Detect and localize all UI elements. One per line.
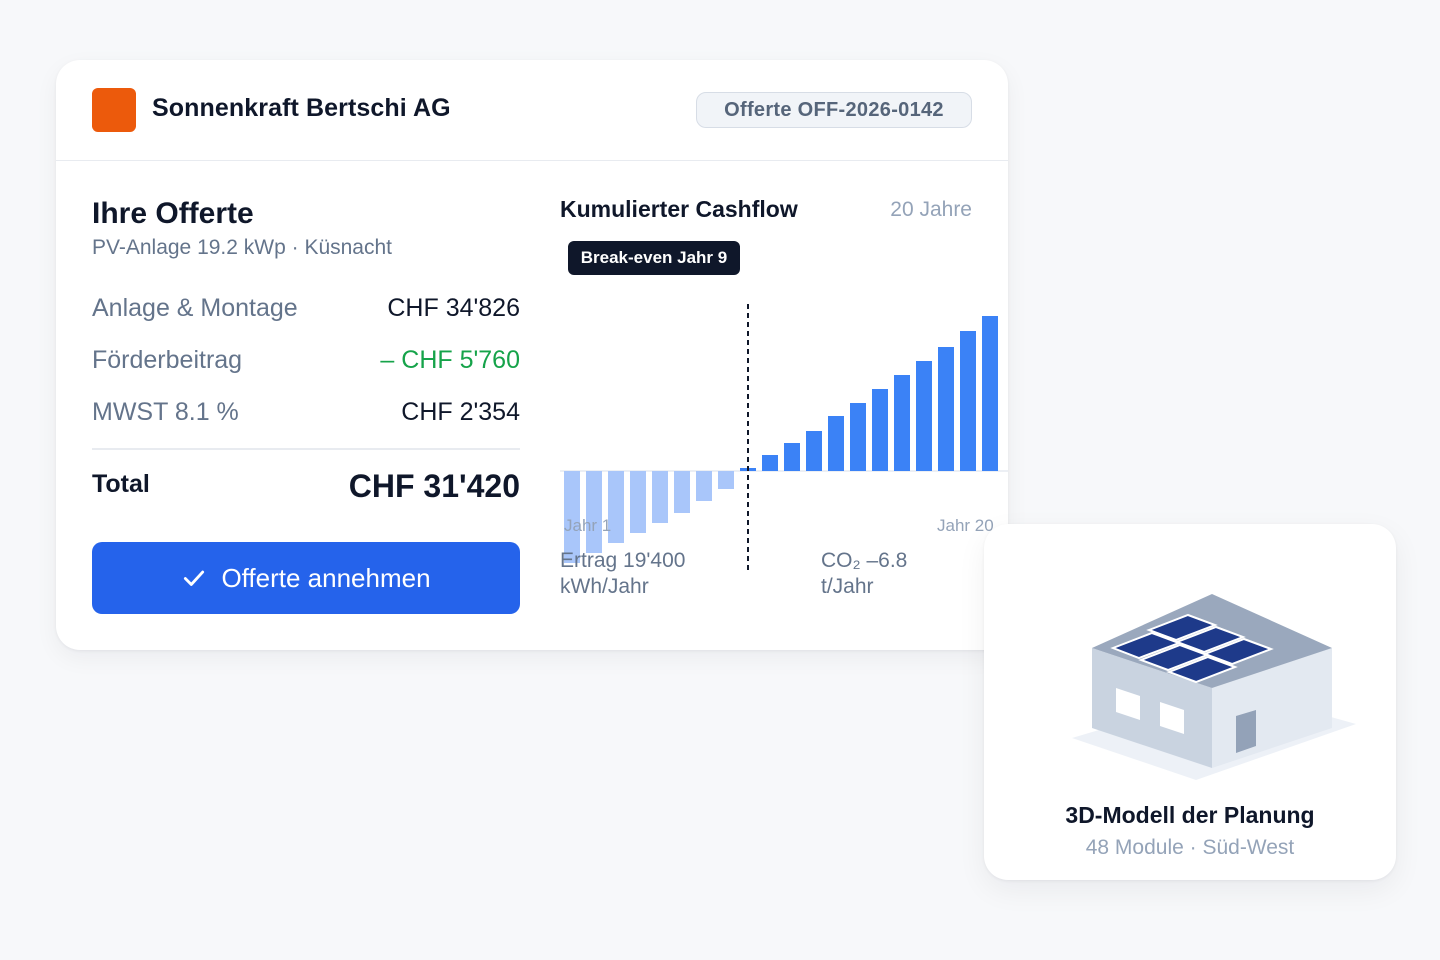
- total-divider: [92, 448, 520, 450]
- cashflow-bar-year-8: [718, 471, 734, 489]
- cashflow-bar-year-7: [696, 471, 712, 501]
- cashflow-bar-year-18: [938, 347, 954, 471]
- line-item-value: CHF 34'826: [387, 294, 520, 322]
- door: [1236, 710, 1256, 753]
- total-label: Total: [92, 470, 150, 498]
- yield-stat: Ertrag 19'400 kWh/Jahr: [560, 549, 686, 598]
- cashflow-bar-year-17: [916, 361, 932, 471]
- cashflow-bar-year-6: [674, 471, 690, 513]
- line-item-value: CHF 2'354: [401, 398, 520, 426]
- cashflow-bar-year-2: [586, 471, 602, 553]
- offer-subtitle: PV-Anlage 19.2 kWp · Küsnacht: [92, 236, 392, 259]
- cashflow-bar-year-19: [960, 331, 976, 471]
- line-item-subsidy: Förderbeitrag – CHF 5'760: [92, 346, 520, 378]
- cashflow-bar-year-13: [828, 416, 844, 471]
- break-even-tag: Break-even Jahr 9: [568, 241, 740, 275]
- chart-range-label: 20 Jahre: [890, 198, 972, 221]
- model-subtitle: 48 Module · Süd-West: [1085, 836, 1295, 859]
- line-item-label: Anlage & Montage: [92, 294, 298, 322]
- cashflow-bar-year-11: [784, 443, 800, 471]
- axis-start-label: Jahr 1: [564, 516, 612, 535]
- cashflow-bar-year-14: [850, 403, 866, 471]
- accept-offer-button[interactable]: Offerte annehmen: [92, 542, 520, 614]
- offer-title: Ihre Offerte: [92, 197, 254, 230]
- cashflow-bar-year-16: [894, 375, 910, 471]
- check-icon: [184, 570, 205, 586]
- model-card[interactable]: 3D-Modell der Planung 48 Module · Süd-We…: [984, 524, 1396, 880]
- model-title: 3D-Modell der Planung: [1065, 802, 1315, 828]
- total-value: CHF 31'420: [348, 468, 520, 504]
- cashflow-bar-year-15: [872, 389, 888, 471]
- cashflow-bar-year-12: [806, 431, 822, 471]
- line-item-label: MWST 8.1 %: [92, 398, 239, 426]
- line-item-value: – CHF 5'760: [380, 346, 520, 374]
- line-item-installation: Anlage & Montage CHF 34'826: [92, 294, 520, 326]
- cashflow-bar-year-20: [982, 316, 998, 471]
- line-item-label: Förderbeitrag: [92, 346, 243, 374]
- co2-stat: CO₂ –6.8 t/Jahr: [821, 549, 908, 598]
- line-item-vat: MWST 8.1 % CHF 2'354: [92, 398, 520, 430]
- company-logo: [92, 88, 136, 132]
- building-3d-model[interactable]: [984, 524, 1396, 794]
- cashflow-bar-year-5: [652, 471, 668, 523]
- offer-number-badge: Offerte OFF-2026-0142: [696, 92, 972, 128]
- company-name: Sonnenkraft Bertschi AG: [152, 94, 451, 122]
- accept-offer-label: Offerte annehmen: [221, 562, 431, 593]
- cashflow-chart: [560, 304, 1008, 574]
- cashflow-bar-year-4: [630, 471, 646, 533]
- offer-card: Sonnenkraft Bertschi AG Offerte OFF-2026…: [56, 60, 1008, 650]
- cashflow-bar-year-10: [762, 455, 778, 471]
- card-header: Sonnenkraft Bertschi AG Offerte OFF-2026…: [56, 60, 1008, 161]
- chart-title: Kumulierter Cashflow: [560, 196, 798, 222]
